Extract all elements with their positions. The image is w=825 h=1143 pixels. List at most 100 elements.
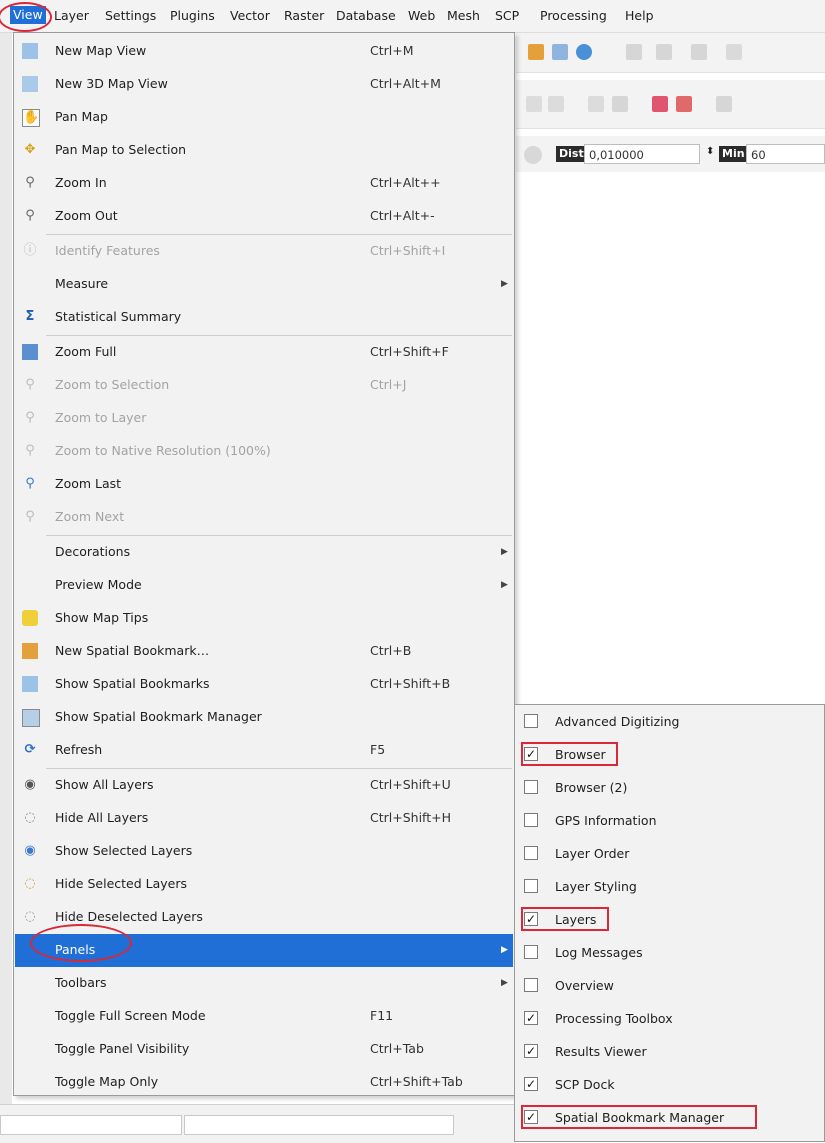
scp-icon[interactable] bbox=[524, 146, 542, 164]
menu-item-show-map-tips[interactable]: Show Map Tips bbox=[15, 602, 513, 635]
panel-item-processing-toolbox[interactable]: ✓ Processing Toolbox bbox=[516, 1003, 824, 1036]
menu-item-zoom-full[interactable]: Zoom Full Ctrl+Shift+F bbox=[15, 336, 513, 369]
menu-processing[interactable]: Processing bbox=[540, 7, 607, 25]
menu-item-hide-selected-layers[interactable]: ◌ Hide Selected Layers bbox=[15, 868, 513, 901]
zoom-dropdown-icon[interactable] bbox=[656, 44, 672, 60]
menu-item-zoom-to-selection[interactable]: ⚲ Zoom to Selection Ctrl+J bbox=[15, 369, 513, 402]
panel-item-layer-styling[interactable]: Layer Styling bbox=[516, 871, 824, 904]
identify-icon: ⓘ bbox=[23, 243, 37, 258]
menu-raster[interactable]: Raster bbox=[284, 7, 324, 25]
panel-item-label: Results Viewer bbox=[555, 1044, 647, 1059]
checkbox[interactable] bbox=[524, 978, 538, 992]
menu-vector[interactable]: Vector bbox=[230, 7, 270, 25]
checkbox[interactable] bbox=[524, 813, 538, 827]
panel-item-layers[interactable]: ✓ Layers bbox=[516, 904, 824, 937]
menu-item-show-spatial-bookmark-manager[interactable]: Show Spatial Bookmark Manager bbox=[15, 701, 513, 734]
digitize-icon[interactable] bbox=[716, 96, 732, 112]
save-icon[interactable] bbox=[552, 44, 568, 60]
undo-icon[interactable] bbox=[526, 96, 542, 112]
submenu-arrow-icon: ▶ bbox=[501, 580, 508, 590]
dist-spin-icon[interactable]: ⬍ bbox=[706, 146, 714, 157]
panel-item-log-messages[interactable]: Log Messages bbox=[516, 937, 824, 970]
menu-item-zoom-native[interactable]: ⚲ Zoom to Native Resolution (100%) bbox=[15, 435, 513, 468]
menu-item-zoom-last[interactable]: ⚲ Zoom Last bbox=[15, 468, 513, 501]
menu-item-new-3d-map-view[interactable]: New 3D Map View Ctrl+Alt+M bbox=[15, 68, 513, 101]
menu-scp[interactable]: SCP bbox=[495, 7, 519, 25]
panel-item-layer-order[interactable]: Layer Order bbox=[516, 838, 824, 871]
panel-item-advanced-digitizing[interactable]: Advanced Digitizing bbox=[516, 706, 824, 739]
checkbox-checked[interactable]: ✓ bbox=[524, 1044, 538, 1058]
panel-item-label: Spatial Bookmark Manager bbox=[555, 1110, 725, 1125]
panel-item-browser[interactable]: ✓ Browser bbox=[516, 739, 824, 772]
panel-item-browser-2[interactable]: Browser (2) bbox=[516, 772, 824, 805]
min-input[interactable]: 60 bbox=[746, 144, 825, 164]
menu-item-toggle-full-screen[interactable]: Toggle Full Screen Mode F11 bbox=[15, 1000, 513, 1033]
menu-item-preview-mode[interactable]: Preview Mode ▶ bbox=[15, 569, 513, 602]
menu-settings[interactable]: Settings bbox=[105, 7, 156, 25]
map-canvas[interactable] bbox=[516, 172, 825, 704]
edit-node-icon[interactable] bbox=[612, 96, 628, 112]
panel-item-overview[interactable]: Overview bbox=[516, 970, 824, 1003]
delete-feature-icon[interactable] bbox=[676, 96, 692, 112]
menu-item-pan-map[interactable]: ✋ Pan Map bbox=[15, 101, 513, 134]
hide-all-layers-icon: ◌ bbox=[24, 810, 36, 825]
panel-item-scp-dock[interactable]: ✓ SCP Dock bbox=[516, 1069, 824, 1102]
menu-plugins[interactable]: Plugins bbox=[170, 7, 215, 25]
menu-item-label: Toggle Map Only bbox=[55, 1074, 159, 1089]
add-feature-icon[interactable] bbox=[652, 96, 668, 112]
checkbox[interactable] bbox=[524, 780, 538, 794]
checkbox-checked[interactable]: ✓ bbox=[524, 1110, 538, 1124]
checkbox-checked[interactable]: ✓ bbox=[524, 1011, 538, 1025]
menu-item-new-map-view[interactable]: New Map View Ctrl+M bbox=[15, 35, 513, 68]
menu-item-show-selected-layers[interactable]: ◉ Show Selected Layers bbox=[15, 835, 513, 868]
checkbox[interactable] bbox=[524, 879, 538, 893]
menu-item-label: Show Spatial Bookmarks bbox=[55, 676, 210, 691]
submenu-arrow-icon: ▶ bbox=[501, 945, 508, 955]
panel-item-results-viewer[interactable]: ✓ Results Viewer bbox=[516, 1036, 824, 1069]
menu-item-zoom-to-layer[interactable]: ⚲ Zoom to Layer bbox=[15, 402, 513, 435]
menu-help[interactable]: Help bbox=[625, 7, 654, 25]
select-icon[interactable] bbox=[691, 44, 707, 60]
zoom-last-icon: ⚲ bbox=[25, 476, 35, 491]
menu-item-measure[interactable]: Measure ▶ bbox=[15, 268, 513, 301]
status-field bbox=[0, 1115, 182, 1135]
menu-item-toggle-panel-visibility[interactable]: Toggle Panel Visibility Ctrl+Tab bbox=[15, 1033, 513, 1066]
panel-item-spatial-bookmark-manager[interactable]: ✓ Spatial Bookmark Manager bbox=[516, 1102, 824, 1135]
menu-item-label: Statistical Summary bbox=[55, 309, 182, 324]
checkbox[interactable] bbox=[524, 945, 538, 959]
refresh-icon: ⟳ bbox=[24, 742, 36, 757]
menu-item-statistical-summary[interactable]: Σ Statistical Summary bbox=[15, 301, 513, 334]
menu-item-identify-features[interactable]: ⓘ Identify Features Ctrl+Shift+I bbox=[15, 235, 513, 268]
menu-item-pan-map-to-selection[interactable]: ✥ Pan Map to Selection bbox=[15, 134, 513, 167]
menu-item-label: New Map View bbox=[55, 43, 147, 58]
menu-item-toggle-map-only[interactable]: Toggle Map Only Ctrl+Shift+Tab bbox=[15, 1066, 513, 1094]
menu-web[interactable]: Web bbox=[408, 7, 435, 25]
menu-database[interactable]: Database bbox=[336, 7, 396, 25]
menu-item-refresh[interactable]: ⟳ Refresh F5 bbox=[15, 734, 513, 767]
menu-layer[interactable]: Layer bbox=[54, 7, 89, 25]
bookmark-icon[interactable] bbox=[528, 44, 544, 60]
panel-item-gps-information[interactable]: GPS Information bbox=[516, 805, 824, 838]
checkbox-checked[interactable]: ✓ bbox=[524, 1077, 538, 1091]
menu-item-zoom-in[interactable]: ⚲ Zoom In Ctrl+Alt++ bbox=[15, 167, 513, 200]
edit-icon[interactable] bbox=[588, 96, 604, 112]
menu-mesh[interactable]: Mesh bbox=[447, 7, 480, 25]
menu-item-toolbars[interactable]: Toolbars ▶ bbox=[15, 967, 513, 1000]
checkbox[interactable] bbox=[524, 846, 538, 860]
checkbox-checked[interactable]: ✓ bbox=[524, 747, 538, 761]
checkbox-checked[interactable]: ✓ bbox=[524, 912, 538, 926]
zoom-icon[interactable] bbox=[626, 44, 642, 60]
menu-item-zoom-out[interactable]: ⚲ Zoom Out Ctrl+Alt+- bbox=[15, 200, 513, 233]
checkbox[interactable] bbox=[524, 714, 538, 728]
menu-item-decorations[interactable]: Decorations ▶ bbox=[15, 536, 513, 569]
layer-icon[interactable] bbox=[726, 44, 742, 60]
menu-item-show-spatial-bookmarks[interactable]: Show Spatial Bookmarks Ctrl+Shift+B bbox=[15, 668, 513, 701]
menu-item-label: Toolbars bbox=[55, 975, 107, 990]
menu-item-show-all-layers[interactable]: ◉ Show All Layers Ctrl+Shift+U bbox=[15, 769, 513, 802]
redo-icon[interactable] bbox=[548, 96, 564, 112]
dist-input[interactable]: 0,010000 bbox=[584, 144, 700, 164]
refresh-icon[interactable] bbox=[576, 44, 592, 60]
menu-item-zoom-next[interactable]: ⚲ Zoom Next bbox=[15, 501, 513, 534]
menu-item-new-spatial-bookmark[interactable]: New Spatial Bookmark… Ctrl+B bbox=[15, 635, 513, 668]
menu-item-hide-all-layers[interactable]: ◌ Hide All Layers Ctrl+Shift+H bbox=[15, 802, 513, 835]
